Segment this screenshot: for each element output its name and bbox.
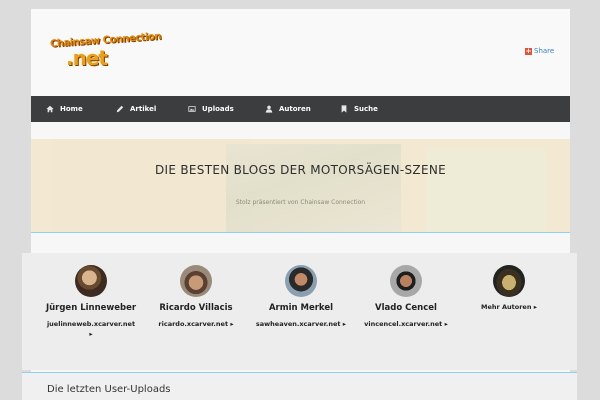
chevron-right-icon: ▸ bbox=[342, 320, 347, 328]
home-icon bbox=[46, 105, 54, 113]
nav-item-label: Home bbox=[60, 105, 83, 113]
author-link-text: vincencel.xcarver.net bbox=[364, 320, 443, 328]
author-card: Ricardo Villacis ricardo.xcarver.net ▸ bbox=[141, 253, 251, 370]
author-card: Jürgen Linneweber juelinneweb.xcarver.ne… bbox=[36, 253, 146, 370]
uploads-section: Die letzten User-Uploads bbox=[22, 373, 577, 400]
nav-item-label: Autoren bbox=[279, 105, 311, 113]
site-header: Chainsaw Connection .net + Share bbox=[31, 9, 570, 96]
avatar[interactable] bbox=[75, 265, 107, 297]
avatar[interactable] bbox=[285, 265, 317, 297]
more-authors-label: Mehr Autoren bbox=[481, 303, 532, 311]
user-icon bbox=[265, 105, 273, 113]
author-link-text: ricardo.xcarver.net bbox=[158, 320, 229, 328]
uploads-section-title: Die letzten User-Uploads bbox=[47, 384, 171, 395]
author-name[interactable]: Vlado Cencel bbox=[351, 303, 461, 313]
author-blog-link[interactable]: ricardo.xcarver.net ▸ bbox=[141, 319, 251, 329]
nav-item-label: Suche bbox=[354, 105, 378, 113]
nav-item-home[interactable]: Home bbox=[46, 96, 83, 122]
chevron-right-icon: ▸ bbox=[444, 320, 448, 328]
avatar[interactable] bbox=[390, 265, 422, 297]
author-blog-link[interactable]: juelinneweb.xcarver.net ▸ bbox=[36, 319, 146, 339]
share-icon: + bbox=[525, 46, 532, 55]
bookmark-icon bbox=[341, 105, 347, 113]
chevron-right-icon: ▸ bbox=[89, 330, 93, 338]
more-authors-card: Mehr Autoren ▸ bbox=[454, 253, 564, 370]
author-blog-link[interactable]: vincencel.xcarver.net ▸ bbox=[351, 319, 461, 329]
author-link-text: sawheaven.xcarver.net bbox=[255, 320, 341, 328]
image-icon bbox=[188, 106, 196, 112]
site-logo[interactable]: Chainsaw Connection .net bbox=[48, 31, 162, 73]
author-name[interactable]: Armin Merkel bbox=[246, 303, 356, 313]
author-card: Vlado Cencel vincencel.xcarver.net ▸ bbox=[351, 253, 461, 370]
avatar[interactable] bbox=[180, 265, 212, 297]
share-button[interactable]: + Share bbox=[525, 47, 554, 55]
banner-overlay bbox=[31, 139, 570, 232]
nav-item-label: Uploads bbox=[202, 105, 234, 113]
avatar[interactable] bbox=[493, 265, 525, 297]
nav-item-suche[interactable]: Suche bbox=[340, 96, 378, 122]
author-link-text: juelinneweb.xcarver.net bbox=[46, 320, 136, 328]
author-name[interactable]: Jürgen Linneweber bbox=[36, 303, 146, 313]
banner-title: DIE BESTEN BLOGS DER MOTORSÄGEN-SZENE bbox=[155, 163, 446, 177]
more-authors-link[interactable]: Mehr Autoren ▸ bbox=[454, 303, 564, 311]
authors-section: Jürgen Linneweber juelinneweb.xcarver.ne… bbox=[22, 253, 577, 370]
share-label: Share bbox=[534, 47, 555, 55]
author-card: Armin Merkel sawheaven.xcarver.net ▸ bbox=[246, 253, 356, 370]
nav-item-label: Artikel bbox=[130, 105, 157, 113]
nav-item-uploads[interactable]: Uploads bbox=[188, 96, 234, 122]
nav-item-autoren[interactable]: Autoren bbox=[265, 96, 311, 122]
author-name[interactable]: Ricardo Villacis bbox=[141, 303, 251, 313]
pencil-icon bbox=[116, 105, 124, 113]
main-navigation: Home Artikel Uploads Autoren Suche bbox=[31, 96, 570, 122]
author-blog-link[interactable]: sawheaven.xcarver.net ▸ bbox=[246, 319, 356, 329]
banner-subtitle: Stolz präsentiert von Chainsaw Connectio… bbox=[235, 199, 366, 206]
chevron-right-icon: ▸ bbox=[230, 320, 234, 328]
logo-text-line2: .net bbox=[66, 46, 108, 70]
hero-banner: DIE BESTEN BLOGS DER MOTORSÄGEN-SZENE St… bbox=[31, 139, 570, 232]
banner-divider bbox=[31, 232, 570, 233]
chevron-right-icon: ▸ bbox=[533, 303, 537, 311]
nav-item-artikel[interactable]: Artikel bbox=[116, 96, 156, 122]
